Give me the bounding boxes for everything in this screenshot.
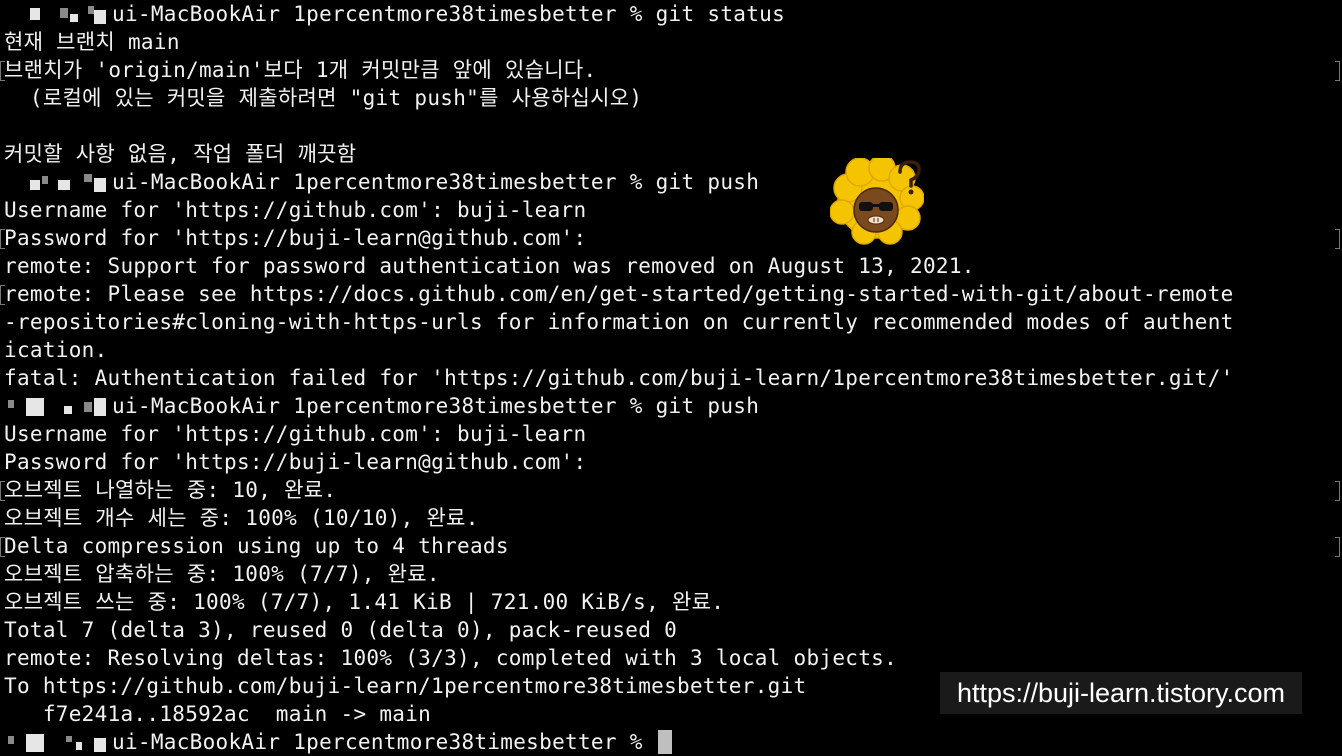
redacted-username [4, 172, 112, 192]
line-text: ui-MacBookAir 1percentmore38timesbetter … [112, 170, 760, 194]
output-line: remote: Support for password authenticat… [4, 254, 975, 278]
afro-character-sticker-icon [829, 154, 925, 246]
output-line: Password for 'https://buji-learn@github.… [4, 226, 587, 250]
output-line: fatal: Authentication failed for 'https:… [4, 366, 1234, 390]
redacted-username [4, 732, 112, 752]
watermark-url: https://buji-learn.tistory.com [940, 672, 1302, 714]
line-text: ui-MacBookAir 1percentmore38timesbetter … [112, 394, 760, 418]
redacted-username [4, 396, 112, 416]
output-line: 오브젝트 나열하는 중: 10, 완료. [4, 478, 337, 502]
terminal-output: ui-MacBookAir 1percentmore38timesbetter … [4, 0, 1340, 756]
output-line: 커밋할 사항 없음, 작업 폴더 깨끗함 [4, 142, 357, 166]
output-line: -repositories#cloning-with-https-urls fo… [4, 310, 1234, 334]
terminal-window[interactable]: ui-MacBookAir 1percentmore38timesbetter … [0, 0, 1342, 756]
redacted-username [4, 4, 112, 24]
output-line: remote: Resolving deltas: 100% (3/3), co… [4, 646, 898, 670]
text-cursor[interactable] [657, 730, 672, 754]
line-text: ui-MacBookAir 1percentmore38timesbetter … [112, 2, 786, 26]
output-line: 오브젝트 개수 세는 중: 100% (10/10), 완료. [4, 506, 479, 530]
prompt-line: ui-MacBookAir 1percentmore38timesbetter … [4, 168, 1340, 196]
line-text: ui-MacBookAir 1percentmore38timesbetter … [112, 730, 656, 754]
output-line: 오브젝트 압축하는 중: 100% (7/7), 완료. [4, 562, 440, 586]
output-line: 현재 브랜치 main [4, 30, 180, 54]
output-line: 브랜치가 'origin/main'보다 1개 커밋만큼 앞에 있습니다. [4, 58, 597, 82]
output-line: (로컬에 있는 커밋을 제출하려면 "git push"를 사용하십시오) [4, 86, 643, 110]
prompt-line: ui-MacBookAir 1percentmore38timesbetter … [4, 392, 1340, 420]
output-line: Username for 'https://github.com': buji-… [4, 422, 587, 446]
output-line: Username for 'https://github.com': buji-… [4, 198, 587, 222]
output-line: Total 7 (delta 3), reused 0 (delta 0), p… [4, 618, 678, 642]
output-line: ication. [4, 338, 108, 362]
output-line: Password for 'https://buji-learn@github.… [4, 450, 587, 474]
output-line: Delta compression using up to 4 threads [4, 534, 509, 558]
output-line: remote: Please see https://docs.github.c… [4, 282, 1234, 306]
prompt-line: ui-MacBookAir 1percentmore38timesbetter … [4, 728, 1340, 756]
output-line: 오브젝트 쓰는 중: 100% (7/7), 1.41 KiB | 721.00… [4, 590, 725, 614]
prompt-line: ui-MacBookAir 1percentmore38timesbetter … [4, 0, 1340, 28]
